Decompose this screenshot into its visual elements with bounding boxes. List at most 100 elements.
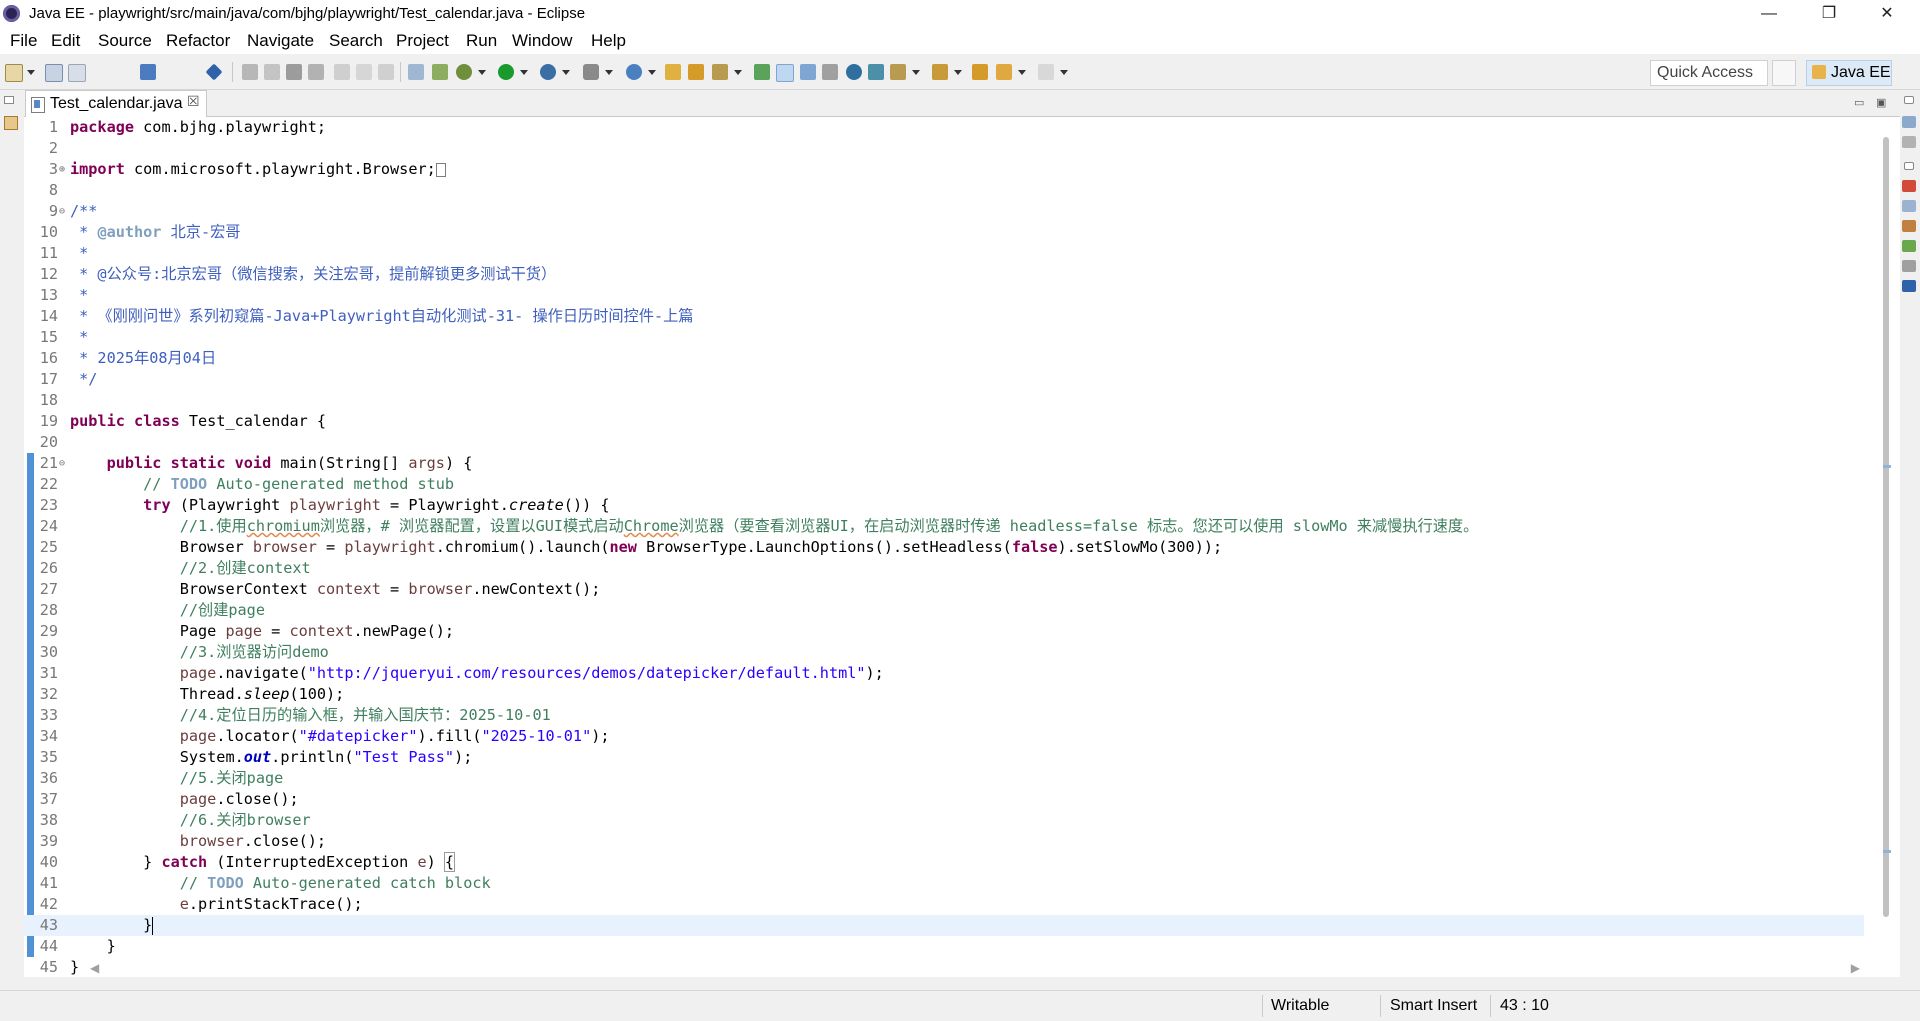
code-line[interactable]: 14 * 《刚刚问世》系列初窥篇-Java+Playwright自动化测试-31… bbox=[24, 306, 1864, 327]
code-line[interactable]: 32 Thread.sleep(100); bbox=[24, 684, 1864, 705]
code-line[interactable]: 27 BrowserContext context = browser.newC… bbox=[24, 579, 1864, 600]
code-text[interactable]: } bbox=[70, 957, 79, 977]
chevron-down-icon[interactable] bbox=[520, 70, 528, 75]
code-line[interactable]: 18 bbox=[24, 390, 1864, 411]
code-editor[interactable]: 1 package com.bjhg.playwright; 2 3 ⊕ import c… bbox=[24, 117, 1900, 977]
chevron-down-icon[interactable] bbox=[954, 70, 962, 75]
code-line[interactable]: 2 bbox=[24, 138, 1864, 159]
step-into-icon[interactable] bbox=[334, 64, 350, 80]
code-text[interactable]: //1.使用chromium浏览器，# 浏览器配置，设置以GUI模式启动Chro… bbox=[70, 516, 1479, 537]
restore-icon[interactable] bbox=[4, 96, 14, 104]
code-line[interactable]: 41 // TODO Auto-generated catch block bbox=[24, 873, 1864, 894]
run-icon[interactable] bbox=[498, 64, 514, 80]
code-line[interactable]: 16 * 2025年08月04日 bbox=[24, 348, 1864, 369]
open-type-icon[interactable] bbox=[665, 64, 681, 80]
restore-icon[interactable] bbox=[1904, 96, 1914, 104]
search-icon[interactable] bbox=[712, 64, 728, 80]
maximize-button[interactable]: ❐ bbox=[1800, 0, 1858, 28]
overview-marker[interactable] bbox=[1883, 465, 1891, 468]
back-icon[interactable] bbox=[972, 64, 988, 80]
code-line[interactable]: 29 Page page = context.newPage(); bbox=[24, 621, 1864, 642]
next-annotation-icon[interactable] bbox=[868, 64, 884, 80]
code-line[interactable]: 28 //创建page bbox=[24, 600, 1864, 621]
chevron-down-icon[interactable] bbox=[912, 70, 920, 75]
tab-test-calendar[interactable]: Test_calendar.java ☒ bbox=[25, 90, 207, 117]
prev-annotation-icon[interactable] bbox=[890, 64, 906, 80]
scrollbar-thumb[interactable] bbox=[1883, 137, 1889, 917]
code-text[interactable]: import com.microsoft.playwright.Browser; bbox=[70, 159, 446, 180]
restore-icon[interactable] bbox=[1904, 162, 1914, 170]
close-button[interactable]: ✕ bbox=[1858, 0, 1916, 28]
chevron-down-icon[interactable] bbox=[478, 70, 486, 75]
quick-access-field[interactable]: Quick Access bbox=[1650, 60, 1768, 86]
maximize-view-icon[interactable]: ▣ bbox=[1876, 96, 1886, 109]
new-server-icon[interactable] bbox=[626, 64, 642, 80]
code-text[interactable]: try (Playwright playwright = Playwright.… bbox=[70, 495, 609, 516]
code-line[interactable]: 25 Browser browser = playwright.chromium… bbox=[24, 537, 1864, 558]
servers-icon[interactable] bbox=[1902, 220, 1916, 232]
code-text[interactable]: */ bbox=[70, 369, 97, 390]
debug-icon[interactable] bbox=[456, 64, 472, 80]
resume-icon[interactable] bbox=[242, 64, 258, 80]
overview-marker[interactable] bbox=[1883, 850, 1891, 853]
code-line[interactable]: 31 page.navigate("http://jqueryui.com/re… bbox=[24, 663, 1864, 684]
chevron-down-icon[interactable] bbox=[27, 70, 35, 75]
suspend-icon[interactable] bbox=[264, 64, 280, 80]
code-line[interactable]: 36 //5.关闭page bbox=[24, 768, 1864, 789]
code-line[interactable]: 24 //1.使用chromium浏览器，# 浏览器配置，设置以GUI模式启动C… bbox=[24, 516, 1864, 537]
chevron-down-icon[interactable] bbox=[734, 70, 742, 75]
code-text[interactable]: // TODO Auto-generated catch block bbox=[70, 873, 491, 894]
code-text[interactable]: browser.close(); bbox=[70, 831, 326, 852]
code-text[interactable]: * bbox=[70, 327, 88, 348]
new-icon[interactable] bbox=[5, 64, 23, 82]
fold-toggle-icon[interactable]: ⊖ bbox=[59, 201, 69, 222]
menu-source[interactable]: Source bbox=[98, 31, 152, 51]
code-line[interactable]: 33 //4.定位日历的输入框，并输入国庆节：2025-10-01 bbox=[24, 705, 1864, 726]
close-icon[interactable]: ☒ bbox=[187, 93, 200, 110]
menu-refactor[interactable]: Refactor bbox=[166, 31, 230, 51]
code-text[interactable]: public class Test_calendar { bbox=[70, 411, 326, 432]
toggle-mark-occurrences-icon[interactable] bbox=[754, 64, 770, 80]
code-text[interactable]: BrowserContext context = browser.newCont… bbox=[70, 579, 601, 600]
toggle-block-selection-icon[interactable] bbox=[800, 64, 816, 80]
save-all-icon[interactable] bbox=[68, 64, 86, 82]
outline-icon[interactable] bbox=[1902, 116, 1916, 128]
code-line[interactable]: 10 * @author 北京-宏哥 bbox=[24, 222, 1864, 243]
code-text[interactable]: public static void main(String[] args) { bbox=[70, 453, 473, 474]
task-list-icon[interactable] bbox=[1902, 136, 1916, 148]
console-view-icon[interactable] bbox=[1902, 280, 1916, 292]
chevron-down-icon[interactable] bbox=[1060, 70, 1068, 75]
code-line[interactable]: 9 ⊖/** bbox=[24, 201, 1864, 222]
chevron-down-icon[interactable] bbox=[648, 70, 656, 75]
code-text[interactable]: e.printStackTrace(); bbox=[70, 894, 363, 915]
code-text[interactable]: page.locator("#datepicker").fill("2025-1… bbox=[70, 726, 610, 747]
code-text[interactable]: * 《刚刚问世》系列初窥篇-Java+Playwright自动化测试-31- 操… bbox=[70, 306, 693, 327]
code-line[interactable]: 17 */ bbox=[24, 369, 1864, 390]
minimize-view-icon[interactable]: ▭ bbox=[1854, 96, 1864, 109]
code-text[interactable]: package com.bjhg.playwright; bbox=[70, 117, 326, 138]
code-line[interactable]: 30 //3.浏览器访问demo bbox=[24, 642, 1864, 663]
code-line[interactable]: 20 bbox=[24, 432, 1864, 453]
code-line[interactable]: 35 System.out.println("Test Pass"); bbox=[24, 747, 1864, 768]
code-text[interactable]: page.navigate("http://jqueryui.com/resou… bbox=[70, 663, 884, 684]
fold-toggle-icon[interactable]: ⊕ bbox=[59, 159, 69, 180]
code-line[interactable]: 21 ⊖ public static void main(String[] arg… bbox=[24, 453, 1864, 474]
code-line[interactable]: 43 } bbox=[24, 915, 1864, 936]
code-text[interactable]: System.out.println("Test Pass"); bbox=[70, 747, 473, 768]
code-text[interactable]: //3.浏览器访问demo bbox=[70, 642, 329, 663]
open-task-icon[interactable] bbox=[688, 64, 704, 80]
code-line[interactable]: 34 page.locator("#datepicker").fill("202… bbox=[24, 726, 1864, 747]
snippets-icon[interactable] bbox=[1902, 260, 1916, 272]
code-line[interactable]: 42 e.printStackTrace(); bbox=[24, 894, 1864, 915]
perspective-java-ee[interactable]: Java EE bbox=[1806, 60, 1892, 86]
chevron-down-icon[interactable] bbox=[605, 70, 613, 75]
external-tools-icon[interactable] bbox=[583, 64, 599, 80]
code-text[interactable]: } bbox=[70, 936, 116, 957]
show-whitespace-icon[interactable] bbox=[822, 64, 838, 80]
code-line[interactable]: 39 browser.close(); bbox=[24, 831, 1864, 852]
web-browser-icon[interactable] bbox=[846, 64, 862, 80]
chevron-down-icon[interactable] bbox=[562, 70, 570, 75]
markers-icon[interactable] bbox=[1902, 180, 1916, 192]
skip-breakpoints-icon[interactable] bbox=[205, 63, 223, 81]
menu-window[interactable]: Window bbox=[512, 31, 572, 51]
